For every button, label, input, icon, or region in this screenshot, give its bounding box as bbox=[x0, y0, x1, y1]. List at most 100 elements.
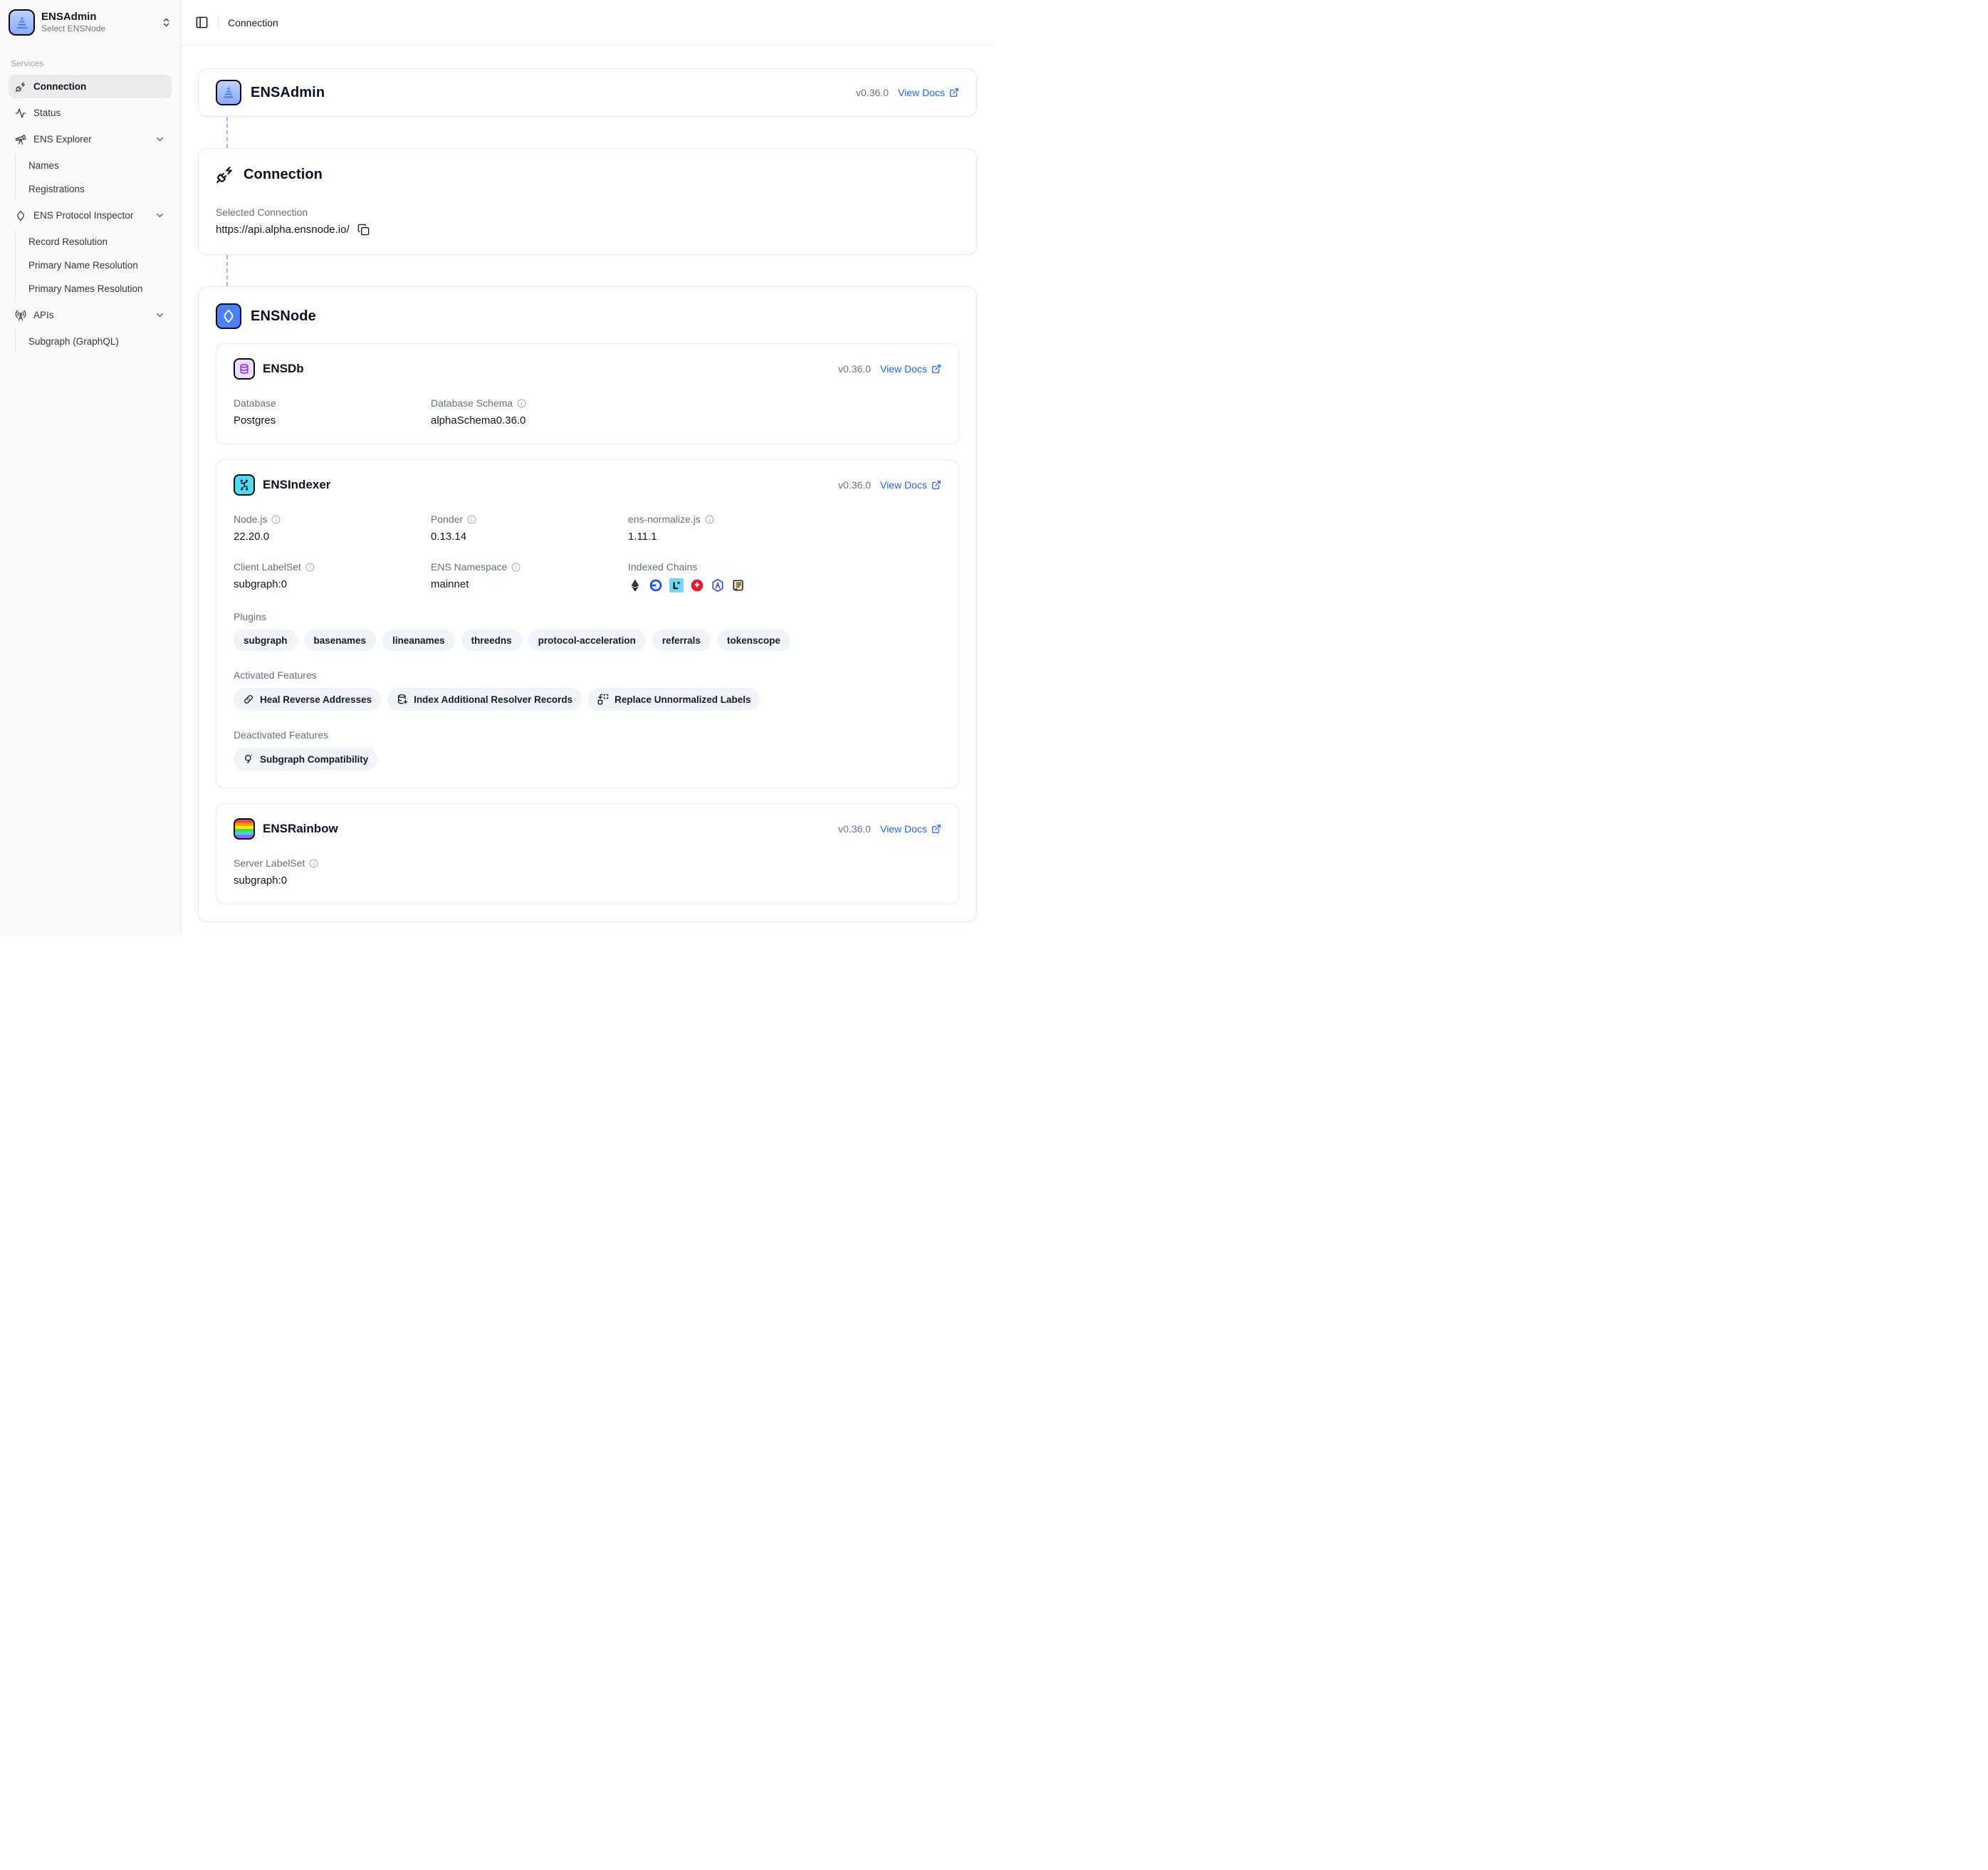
sidebar-item-connection[interactable]: Connection bbox=[9, 75, 172, 98]
apis-subitems: Subgraph (GraphQL) bbox=[15, 330, 172, 353]
info-icon[interactable] bbox=[271, 515, 281, 524]
connection-url: https://api.alpha.ensnode.io/ bbox=[216, 224, 350, 236]
arbitrum-chain-icon bbox=[711, 578, 725, 592]
nodejs-value: 22.20.0 bbox=[234, 531, 431, 543]
app-subtitle: Select ENSNode bbox=[41, 23, 105, 34]
ens-normalize-value: 1.11.1 bbox=[628, 531, 941, 543]
ensnode-card-title: ENSNode bbox=[251, 308, 316, 325]
external-link-icon bbox=[931, 824, 941, 834]
info-icon[interactable] bbox=[467, 515, 476, 524]
view-docs-label: View Docs bbox=[880, 823, 927, 835]
info-icon[interactable] bbox=[705, 515, 714, 524]
ensindexer-logo bbox=[234, 474, 255, 496]
sidebar-item-subgraph-graphql[interactable]: Subgraph (GraphQL) bbox=[28, 330, 172, 353]
panel-left-icon bbox=[195, 16, 209, 29]
plug-zap-icon bbox=[216, 165, 234, 184]
feature-chip-heal-reverse-addresses: Heal Reverse Addresses bbox=[234, 688, 381, 711]
plugins-list: subgraph basenames lineanames threedns p… bbox=[234, 630, 941, 651]
ensindexer-card: ENSIndexer v0.36.0 View Docs Node.js bbox=[216, 459, 959, 788]
activated-features-label: Activated Features bbox=[234, 669, 941, 681]
info-icon[interactable] bbox=[517, 399, 526, 408]
sidebar-nav: Connection Status ENS Explorer Names Reg… bbox=[0, 75, 180, 356]
sidebar-item-primary-names-resolution[interactable]: Primary Names Resolution bbox=[28, 277, 172, 301]
ensadmin-logo bbox=[216, 80, 241, 105]
database-icon bbox=[238, 362, 251, 375]
sidebar-subitem-label: Primary Name Resolution bbox=[28, 260, 138, 271]
ensdb-card: ENSDb v0.36.0 View Docs Database Postgre… bbox=[216, 343, 959, 444]
ensadmin-logo bbox=[9, 9, 35, 36]
indexed-chains-label: Indexed Chains bbox=[628, 561, 697, 573]
client-labelset-label: Client LabelSet bbox=[234, 561, 301, 573]
sidebar-item-label: ENS Protocol Inspector bbox=[33, 210, 133, 221]
plugin-chip: protocol-acceleration bbox=[528, 630, 646, 651]
database-schema-value: alphaSchema0.36.0 bbox=[431, 414, 628, 427]
sidebar-item-ens-protocol-inspector[interactable]: ENS Protocol Inspector bbox=[9, 204, 172, 227]
sidebar-subitem-label: Names bbox=[28, 160, 59, 171]
feature-chip-label: Heal Reverse Addresses bbox=[260, 694, 372, 705]
sidebar-item-ens-explorer[interactable]: ENS Explorer bbox=[9, 127, 172, 151]
database-label: Database bbox=[234, 397, 431, 409]
ensnode-card: ENSNode ENSDb v0.36.0 View Docs bbox=[198, 286, 977, 922]
ponder-value: 0.13.14 bbox=[431, 531, 628, 543]
sidebar-item-registrations[interactable]: Registrations bbox=[28, 177, 172, 201]
deactivated-features-list: Subgraph Compatibility bbox=[234, 748, 941, 771]
ensdb-logo bbox=[234, 358, 255, 380]
view-docs-label: View Docs bbox=[880, 363, 927, 375]
copy-url-button[interactable] bbox=[357, 224, 370, 236]
view-docs-label: View Docs bbox=[898, 87, 945, 98]
sidebar-item-label: Status bbox=[33, 108, 61, 118]
ens-explorer-subitems: Names Registrations bbox=[15, 154, 172, 201]
activated-features-list: Heal Reverse Addresses Index Additional … bbox=[234, 688, 941, 711]
client-labelset-value: subgraph:0 bbox=[234, 578, 431, 590]
connection-card: Connection Selected Connection https://a… bbox=[198, 148, 977, 255]
breadcrumb: Connection bbox=[228, 17, 278, 28]
selected-connection-label: Selected Connection bbox=[216, 207, 959, 218]
plug-zap-icon bbox=[15, 81, 26, 93]
telescope-icon bbox=[15, 134, 26, 145]
graph-icon bbox=[243, 753, 254, 765]
card-connector-dashed-line bbox=[226, 255, 228, 286]
plugin-chip: basenames bbox=[304, 630, 377, 651]
main-area: Connection ENSAdmin v0.36.0 View Docs bbox=[181, 0, 994, 935]
ensindexer-view-docs-link[interactable]: View Docs bbox=[880, 479, 941, 491]
info-icon[interactable] bbox=[511, 563, 520, 572]
ens-logo-icon bbox=[221, 308, 236, 324]
view-docs-label: View Docs bbox=[880, 479, 927, 491]
ensindexer-version: v0.36.0 bbox=[838, 479, 871, 491]
info-icon[interactable] bbox=[305, 563, 315, 572]
circuit-board-icon bbox=[238, 479, 251, 491]
copy-icon bbox=[357, 224, 370, 236]
sidebar-item-names[interactable]: Names bbox=[28, 154, 172, 177]
database-schema-label: Database Schema bbox=[431, 397, 513, 409]
ensindexer-title: ENSIndexer bbox=[263, 478, 330, 492]
sidebar-item-record-resolution[interactable]: Record Resolution bbox=[28, 230, 172, 254]
page-content[interactable]: ENSAdmin v0.36.0 View Docs Connection Se… bbox=[181, 46, 994, 935]
ensrainbow-title: ENSRainbow bbox=[263, 822, 338, 836]
server-labelset-value: subgraph:0 bbox=[234, 874, 431, 887]
ensadmin-view-docs-link[interactable]: View Docs bbox=[898, 87, 959, 98]
ensrainbow-view-docs-link[interactable]: View Docs bbox=[880, 823, 941, 835]
ensnode-selector[interactable]: ENSAdmin Select ENSNode bbox=[0, 0, 180, 44]
feature-chip-label: Replace Unnormalized Labels bbox=[614, 694, 750, 705]
sidebar-item-label: Connection bbox=[33, 81, 86, 92]
external-link-icon bbox=[949, 88, 959, 98]
sidebar-toggle-button[interactable] bbox=[195, 16, 209, 29]
info-icon[interactable] bbox=[309, 859, 318, 868]
sidebar-subitem-label: Record Resolution bbox=[28, 236, 108, 247]
ensadmin-card-title: ENSAdmin bbox=[251, 85, 325, 101]
external-link-icon bbox=[931, 480, 941, 490]
card-connector-dashed-line bbox=[226, 117, 228, 148]
sidebar-item-status[interactable]: Status bbox=[9, 101, 172, 125]
ensrainbow-logo bbox=[234, 818, 255, 840]
feature-chip-replace-unnormalized-labels: Replace Unnormalized Labels bbox=[588, 688, 760, 711]
threedns-chain-icon bbox=[690, 578, 704, 592]
plugin-chip: referrals bbox=[652, 630, 711, 651]
sidebar-item-apis[interactable]: APIs bbox=[9, 303, 172, 327]
radio-tower-icon bbox=[15, 310, 26, 321]
sidebar-item-label: APIs bbox=[33, 310, 54, 320]
external-link-icon bbox=[931, 364, 941, 374]
ensdb-view-docs-link[interactable]: View Docs bbox=[880, 363, 941, 375]
feature-chip-label: Index Additional Resolver Records bbox=[414, 694, 572, 705]
sidebar-item-primary-name-resolution[interactable]: Primary Name Resolution bbox=[28, 254, 172, 277]
topbar: Connection bbox=[181, 0, 994, 46]
